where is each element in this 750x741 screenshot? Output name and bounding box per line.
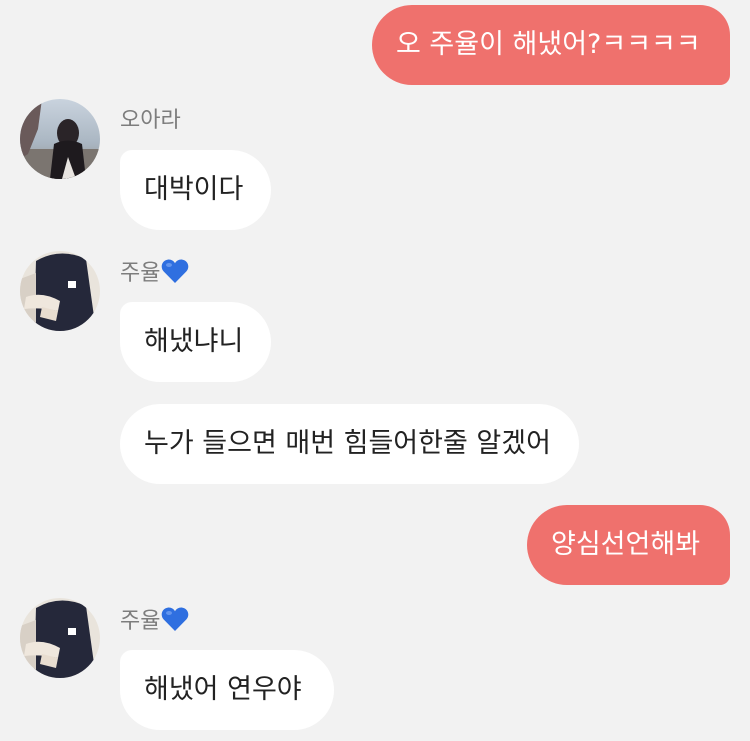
- blue-heart-icon: [161, 258, 189, 293]
- sender-name: 오아라: [120, 108, 181, 133]
- sender-name-text: 주율: [120, 609, 161, 634]
- avatar-oara[interactable]: [20, 99, 100, 179]
- avatar-juyul[interactable]: [20, 251, 100, 331]
- avatar-juyul[interactable]: [20, 598, 100, 678]
- my-message-bubble[interactable]: 오 주율이 해냈어?ㅋㅋㅋㅋ: [372, 5, 730, 85]
- sender-name-text: 주율: [120, 261, 161, 286]
- their-message-bubble[interactable]: 해냈어 연우야: [120, 650, 334, 730]
- sender-name: 주율: [120, 258, 189, 293]
- my-message-bubble[interactable]: 양심선언해봐: [527, 505, 730, 585]
- their-message-bubble[interactable]: 해냈냐니: [120, 302, 271, 382]
- blue-heart-icon: [161, 606, 189, 641]
- their-message-bubble[interactable]: 대박이다: [120, 150, 271, 230]
- sender-name: 주율: [120, 606, 189, 641]
- their-message-bubble[interactable]: 누가 들으면 매번 힘들어한줄 알겠어: [120, 404, 579, 484]
